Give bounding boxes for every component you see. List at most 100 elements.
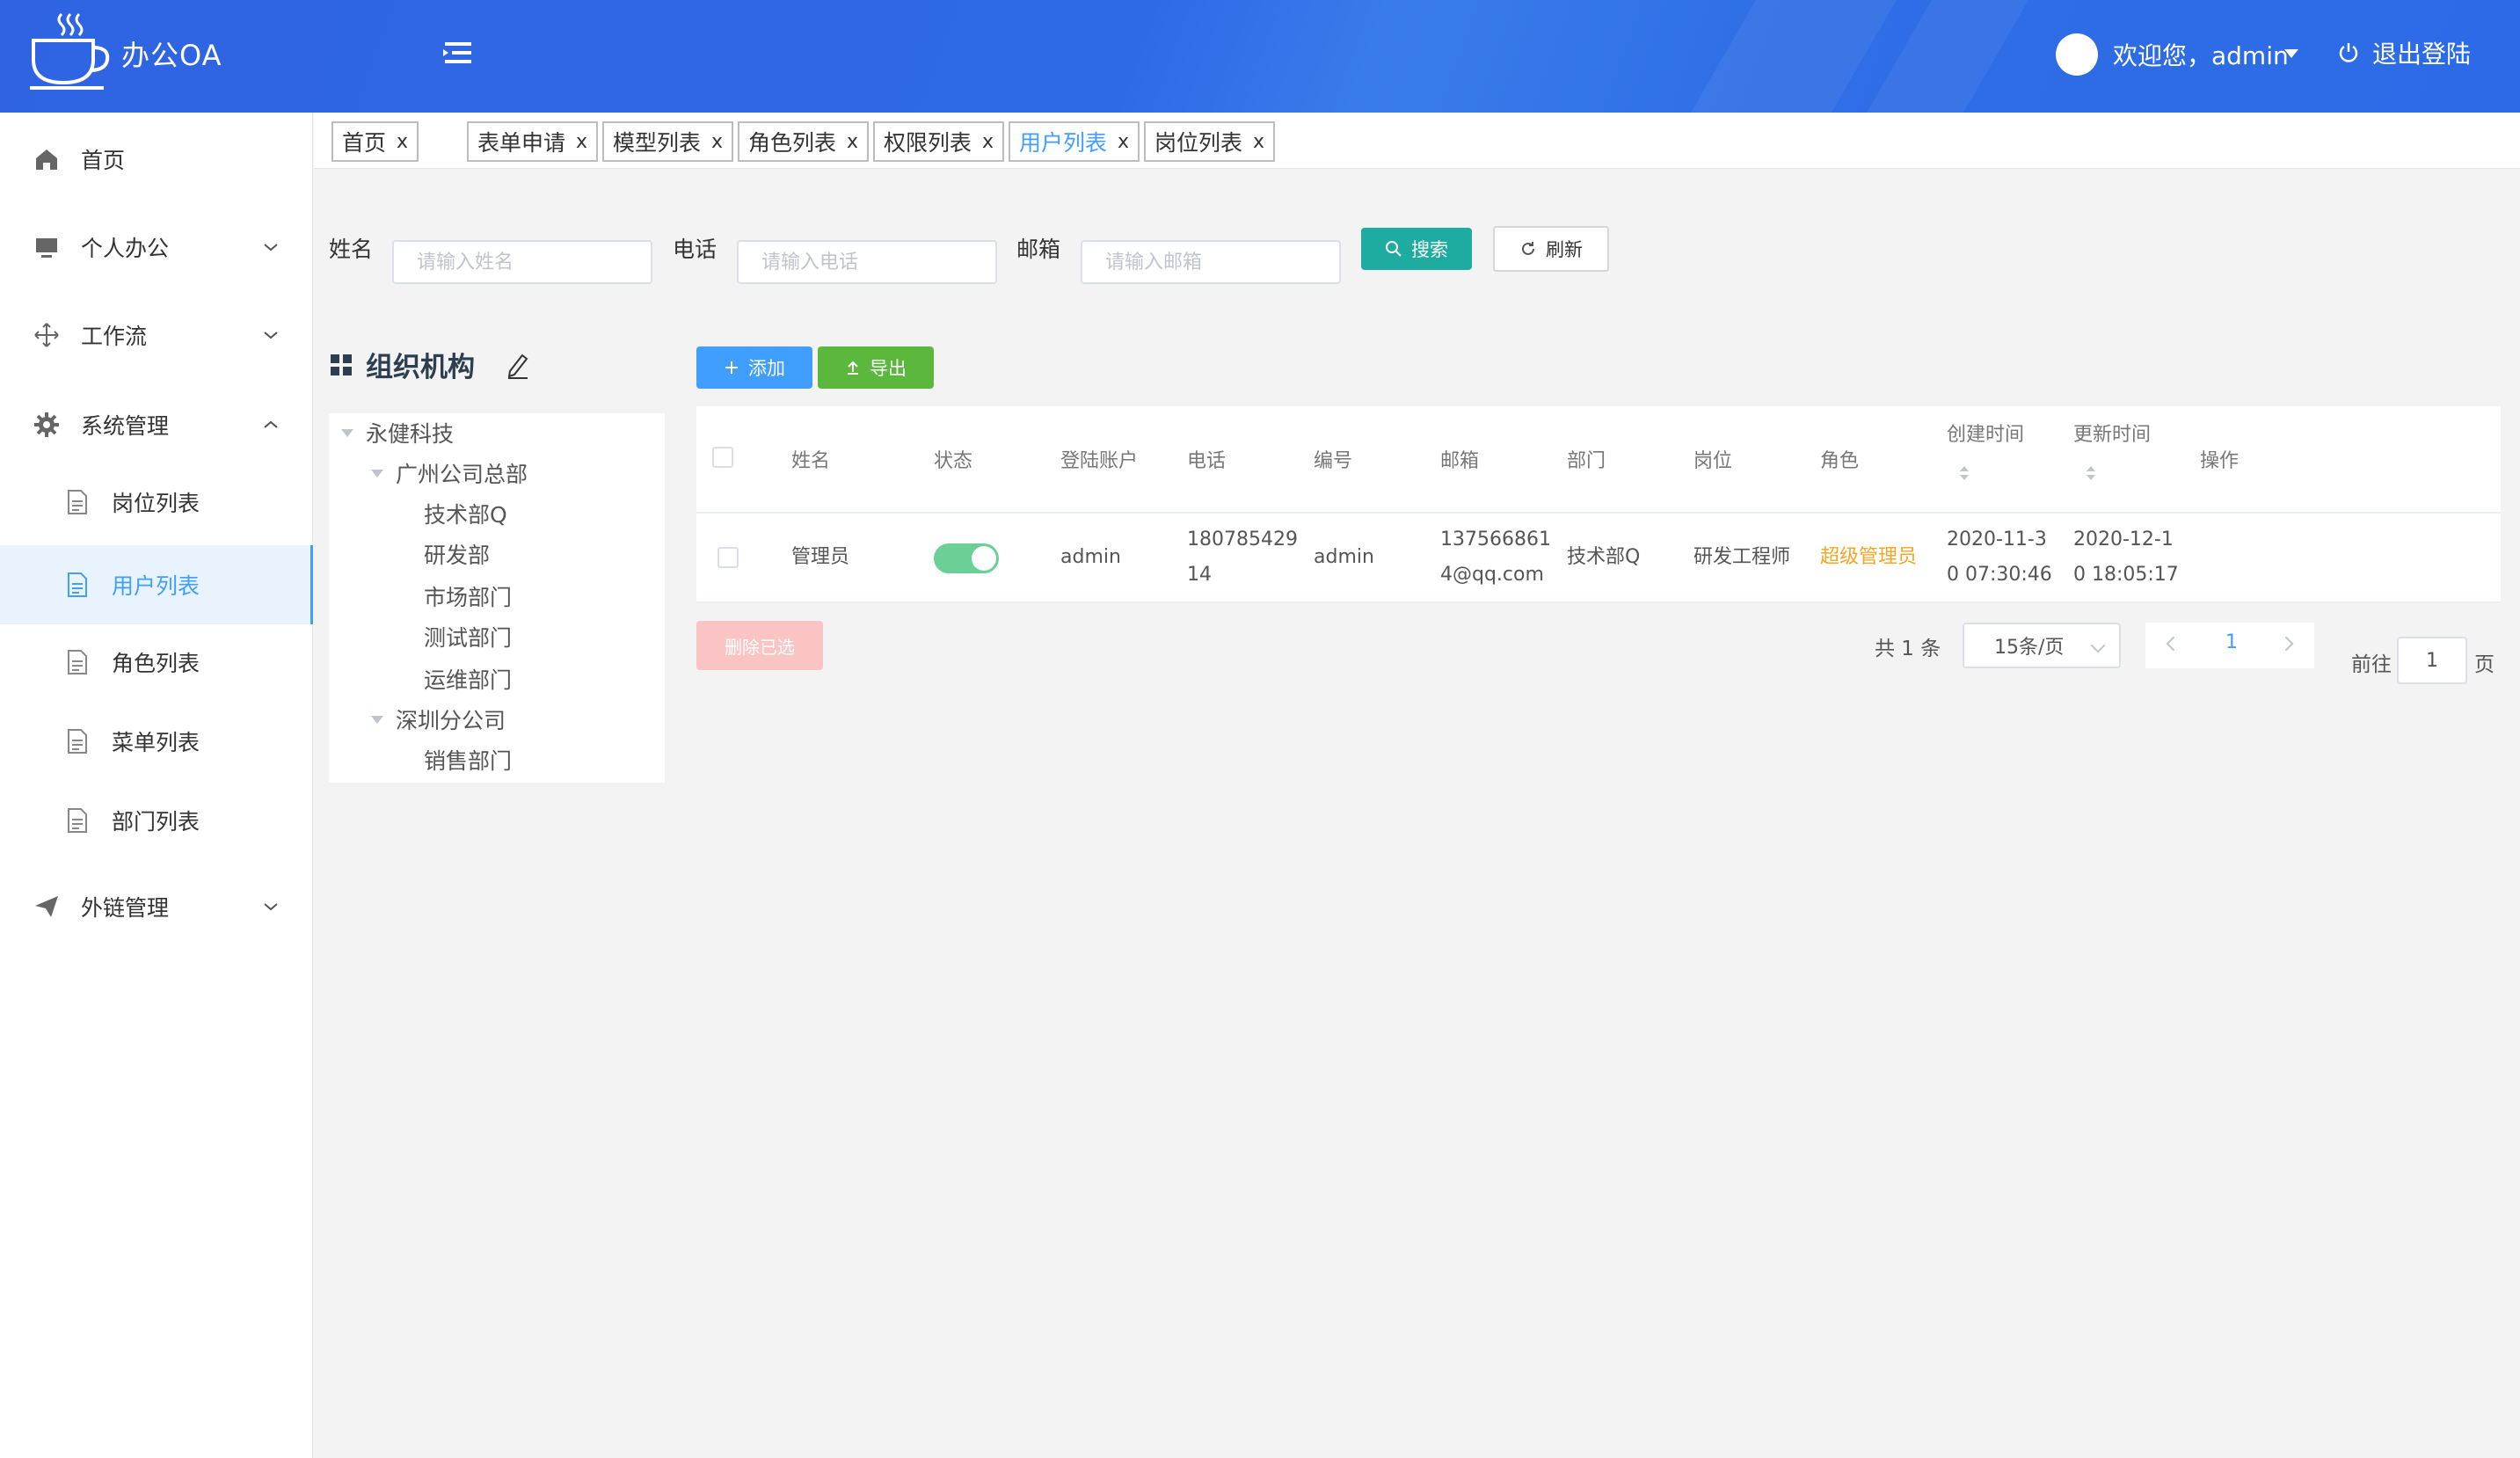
- sidebar-item-external-links[interactable]: 外链管理: [0, 867, 313, 946]
- power-icon: [2339, 43, 2358, 62]
- tree-node[interactable]: 研发部: [424, 538, 490, 570]
- add-button[interactable]: 添加: [696, 346, 812, 389]
- export-button[interactable]: 导出: [818, 346, 934, 389]
- tree-caret-icon[interactable]: [341, 429, 353, 437]
- tab-home[interactable]: 首页 x: [331, 121, 419, 162]
- document-icon: [68, 650, 87, 674]
- tab-model-list[interactable]: 模型列表 x: [602, 121, 734, 162]
- user-avatar[interactable]: [2056, 33, 2098, 76]
- prev-page-icon[interactable]: [2166, 636, 2181, 652]
- tree-node[interactable]: 运维部门: [424, 663, 512, 695]
- tree-node[interactable]: 销售部门: [424, 744, 512, 776]
- refresh-button-label: 刷新: [1546, 239, 1583, 260]
- delete-selected-button[interactable]: 删除已选: [696, 621, 823, 670]
- top-header: 办公OA 欢迎您，admin 退出登陆: [0, 0, 2520, 113]
- sidebar-item-label: 个人办公: [81, 236, 170, 261]
- page-size-select[interactable]: 15条/页: [1963, 623, 2121, 668]
- chevron-up-icon: [264, 420, 278, 428]
- tree-node[interactable]: 市场部门: [424, 580, 512, 612]
- next-page-icon[interactable]: [2278, 636, 2294, 652]
- name-input[interactable]: [392, 240, 652, 284]
- app-title: 办公OA: [121, 39, 222, 72]
- pagination-nav: 1: [2145, 623, 2314, 668]
- sidebar-item-label: 工作流: [81, 324, 148, 349]
- table-row: 管理员 admin 180785429 14 admin 137566861 4@q…: [696, 514, 2501, 603]
- plus-icon: [725, 361, 738, 374]
- tab-user-list[interactable]: 用户列表 x: [1009, 121, 1140, 162]
- menu-toggle-icon[interactable]: [440, 39, 475, 70]
- sidebar-item-personal-office[interactable]: 个人办公: [0, 208, 313, 287]
- tab-close-icon[interactable]: x: [576, 131, 587, 153]
- column-header: 岗位: [1693, 450, 1733, 472]
- sidebar-item-role-list[interactable]: 角色列表: [0, 623, 313, 702]
- tree-node[interactable]: 广州公司总部: [396, 457, 528, 489]
- column-header: 电话: [1187, 450, 1227, 472]
- page-suffix: 页: [2474, 653, 2495, 676]
- upload-icon: [848, 361, 858, 375]
- sidebar: 首页 个人办公 工作流 系统管理 岗位列表 用户列表 角色列表 菜单列表 部门列…: [0, 113, 313, 1458]
- cell-account: admin: [1060, 546, 1121, 568]
- tab-form-apply[interactable]: 表单申请 x: [467, 121, 599, 162]
- tab-close-icon[interactable]: x: [1118, 131, 1129, 153]
- sort-icon[interactable]: [1957, 463, 1971, 484]
- select-all-checkbox[interactable]: [712, 447, 733, 468]
- tree-node[interactable]: 深圳分公司: [396, 703, 506, 735]
- gear-icon: [34, 412, 59, 437]
- sidebar-item-workflow[interactable]: 工作流: [0, 295, 313, 375]
- search-button[interactable]: 搜索: [1361, 228, 1472, 270]
- tab-close-icon[interactable]: x: [847, 131, 858, 153]
- cell-role: 超级管理员: [1820, 546, 1918, 568]
- tab-post-list[interactable]: 岗位列表 x: [1144, 121, 1276, 162]
- sidebar-item-system-management[interactable]: 系统管理: [0, 385, 313, 464]
- user-table: 姓名 状态 登陆账户 电话 编号 邮箱 部门 岗位 角色 创建时间 更新时间 操…: [696, 406, 2501, 603]
- sidebar-item-label: 部门列表: [112, 809, 200, 835]
- sidebar-item-post-list[interactable]: 岗位列表: [0, 463, 313, 542]
- org-tree: 永健科技 广州公司总部 技术部Q 研发部 市场部门 测试部门 运维部门 深圳分公…: [329, 413, 665, 783]
- tree-node[interactable]: 永健科技: [366, 417, 454, 448]
- sidebar-item-user-list[interactable]: 用户列表: [0, 545, 313, 624]
- page-number[interactable]: 1: [2219, 631, 2244, 653]
- tree-node[interactable]: 技术部Q: [424, 498, 507, 529]
- tab-role-list[interactable]: 角色列表 x: [738, 121, 870, 162]
- status-toggle[interactable]: [934, 543, 999, 573]
- tree-caret-icon[interactable]: [371, 716, 383, 724]
- cell-post: 研发工程师: [1693, 546, 1791, 568]
- email-label: 邮箱: [1016, 237, 1061, 262]
- row-checkbox[interactable]: [717, 547, 739, 568]
- search-icon: [1386, 241, 1402, 257]
- tree-node[interactable]: 测试部门: [424, 621, 512, 652]
- tree-caret-icon[interactable]: [371, 470, 383, 477]
- sidebar-item-label: 首页: [81, 148, 126, 173]
- column-header: 部门: [1567, 450, 1606, 472]
- move-icon: [34, 323, 59, 347]
- column-header: 登陆账户: [1060, 450, 1139, 472]
- tab-close-icon[interactable]: x: [1253, 131, 1264, 153]
- sort-icon[interactable]: [2084, 463, 2098, 484]
- org-header: 组织机构: [331, 345, 475, 384]
- logout-button[interactable]: 退出登陆: [2337, 35, 2471, 70]
- refresh-button[interactable]: 刷新: [1493, 226, 1609, 272]
- cell-dept: 技术部Q: [1567, 546, 1641, 568]
- search-button-label: 搜索: [1411, 239, 1448, 260]
- welcome-user-dropdown[interactable]: 欢迎您，admin: [2113, 37, 2289, 72]
- sidebar-item-home[interactable]: 首页: [0, 120, 313, 199]
- tab-close-icon[interactable]: x: [397, 131, 408, 153]
- phone-label: 电话: [673, 237, 717, 262]
- column-header: 编号: [1314, 450, 1353, 472]
- sidebar-item-department-list[interactable]: 部门列表: [0, 781, 313, 860]
- tab-close-icon[interactable]: x: [982, 131, 994, 153]
- phone-input[interactable]: [737, 240, 997, 284]
- column-header: 操作: [2200, 450, 2240, 472]
- goto-page-input[interactable]: [2397, 637, 2467, 684]
- tab-label: 权限列表: [884, 130, 972, 156]
- caret-down-icon[interactable]: [2284, 49, 2298, 58]
- page-size-value: 15条/页: [1994, 637, 2065, 659]
- email-input[interactable]: [1081, 240, 1341, 284]
- tab-permission-list[interactable]: 权限列表 x: [873, 121, 1005, 162]
- export-button-label: 导出: [870, 358, 907, 379]
- cell-updated: 2020-12-1 0 18:05:17: [2073, 529, 2179, 586]
- tab-close-icon[interactable]: x: [711, 131, 723, 153]
- edit-icon[interactable]: [505, 350, 531, 380]
- sidebar-item-menu-list[interactable]: 菜单列表: [0, 702, 313, 781]
- sidebar-item-label: 岗位列表: [112, 491, 200, 516]
